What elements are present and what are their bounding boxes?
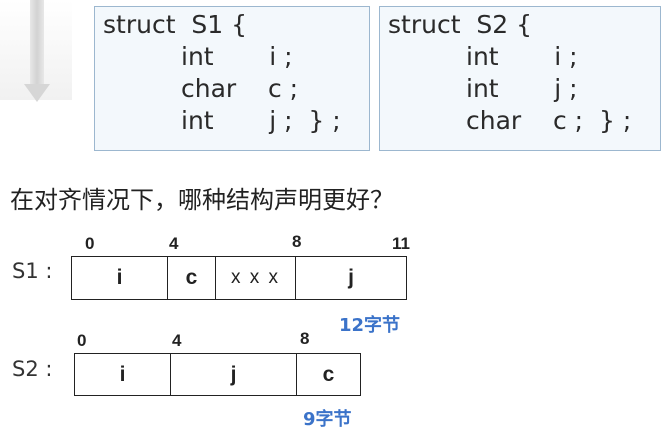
down-arrow-icon [30,0,44,86]
s1-cell-j: j [348,266,354,289]
s1-offset-0: 0 [85,234,95,253]
s2-offset-8: 8 [300,329,310,348]
s2-memory-bar: i j c [74,353,361,396]
s2-cell-j: j [171,354,297,395]
s1-cell-i: i [72,257,168,299]
s2-size-note: 9字节 [303,409,352,430]
code-line: int j ; } ; [181,106,341,135]
down-arrow-head-icon [24,84,50,102]
s1-cell-c: c [168,257,216,299]
question-text: 在对齐情况下，哪种结构声明更好？ [10,186,394,214]
s2-row-label: S2 : [12,357,53,381]
code-line: int i ; [181,42,293,71]
s1-memory-bar: i c x x x j [71,256,407,300]
s1-cell-padding: x x x [216,257,296,299]
s2-offset-0: 0 [77,331,87,350]
s1-offset-11: 11 [392,234,410,253]
code-line: struct S1 { [103,10,248,39]
code-line: char c ; } ; [466,106,632,135]
s1-offset-8: 8 [292,232,302,251]
s1-size-note: 12字节 [339,315,401,336]
s2-cell-c: c [322,362,335,386]
struct-s1-code-box: struct S1 { int i ; char c ; int j ; } ; [94,6,370,151]
code-line: char c ; [181,74,299,103]
s2-cell-i: i [75,354,171,395]
s1-offset-4: 4 [169,234,179,253]
code-line: int j ; [466,74,578,103]
struct-s2-code-box: struct S2 { int i ; int j ; char c ; } ; [379,6,661,151]
s2-offset-4: 4 [172,331,182,350]
s1-row-label: S1 : [12,259,53,283]
code-line: struct S2 { [388,10,533,39]
code-line: int i ; [466,42,578,71]
